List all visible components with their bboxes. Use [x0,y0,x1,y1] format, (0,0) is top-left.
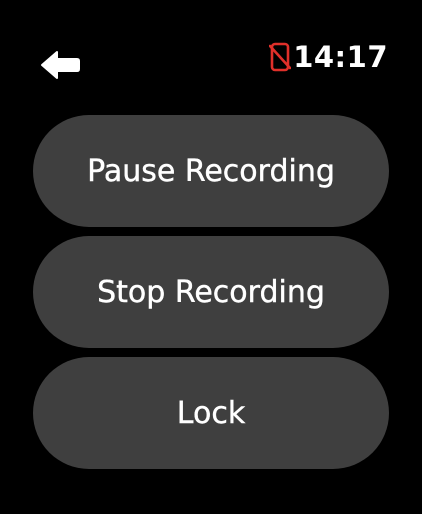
clock-time: 14:17 [293,40,388,74]
back-button[interactable] [38,46,82,84]
stop-recording-label: Stop Recording [97,274,325,310]
phone-disconnected-icon [269,42,292,72]
arrow-left-icon [40,50,80,80]
lock-button[interactable]: Lock [33,357,389,469]
lock-label: Lock [176,395,246,431]
stop-recording-button[interactable]: Stop Recording [33,236,389,348]
status-bar: 14:17 [269,38,388,76]
pause-recording-label: Pause Recording [87,153,335,189]
pause-recording-button[interactable]: Pause Recording [33,115,389,227]
